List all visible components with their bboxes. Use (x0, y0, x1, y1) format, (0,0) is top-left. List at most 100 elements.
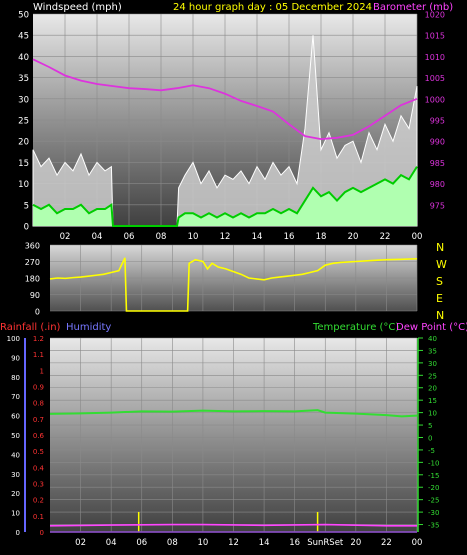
humidity-y-tick-label: 100 (7, 335, 20, 343)
rain-y-tick-label: 0.5 (33, 448, 44, 456)
temp-x-tick-label: 14 (259, 538, 270, 548)
wind-y-tick-label: 25 (18, 117, 29, 127)
temp-x-tick-label: SunRSet (307, 538, 344, 548)
wind-x-tick-label: 10 (188, 232, 199, 242)
temp-x-tick-label: 00 (412, 538, 423, 548)
compass-w: W (436, 258, 447, 271)
wind-y-tick-label: 15 (18, 159, 29, 169)
wind-y-tick-label: 10 (18, 180, 29, 190)
humidity-y-tick-label: 10 (11, 510, 20, 518)
temperature-y-tick-label: -20 (428, 484, 439, 492)
temp-x-tick-label: 06 (136, 538, 147, 548)
temp-x-tick-label: 02 (75, 538, 86, 548)
dewpoint-title: Dew Point (°C) (396, 322, 467, 333)
wind-x-tick-label: 20 (348, 232, 359, 242)
temperature-y-tick-label: -5 (428, 447, 435, 455)
barometer-y-tick-label: 1015 (425, 32, 445, 41)
barometer-y-tick-label: 1005 (425, 74, 445, 83)
temperature-y-tick-label: -15 (428, 472, 439, 480)
rain-y-tick-label: 0.8 (33, 400, 44, 408)
barometer-y-tick-label: 990 (430, 138, 445, 147)
barometer-y-tick-label: 975 (430, 201, 445, 210)
humidity-y-tick-label: 40 (11, 451, 20, 459)
wind-x-tick-label: 02 (60, 232, 71, 242)
wind-x-tick-label: 08 (156, 232, 167, 242)
rainfall-title: Rainfall (.in) (0, 322, 61, 333)
wind-y-tick-label: 40 (18, 53, 29, 63)
barometer-y-tick-label: 995 (430, 117, 445, 126)
barometer-y-tick-label: 1000 (425, 95, 445, 104)
barometer-y-tick-label: 985 (430, 159, 445, 168)
wind-y-tick-label: 50 (18, 11, 29, 21)
rain-y-tick-label: 0.6 (33, 432, 45, 440)
rain-y-tick-label: 1 (40, 367, 44, 375)
temperature-title: Temperature (°C) (312, 322, 399, 333)
humidity-y-tick-label: 60 (11, 413, 20, 421)
barometer-y-tick-label: 980 (430, 180, 445, 189)
wind-y-tick-label: 45 (18, 32, 29, 42)
direction-y-tick-label: 270 (25, 258, 40, 267)
humidity-y-tick-label: 30 (11, 471, 20, 479)
rain-y-tick-label: 1.2 (33, 335, 44, 343)
weather-graph: Windspeed (mph) 24 hour graph day : 05 D… (0, 2, 467, 548)
rain-y-tick-label: 0.7 (33, 416, 44, 424)
temp-x-tick-label: 08 (167, 538, 178, 548)
compass-n-top: N (436, 241, 444, 254)
humidity-y-tick-label: 80 (11, 374, 20, 382)
temperature-y-tick-label: 10 (428, 410, 437, 418)
wind-y-tick-label: 20 (18, 138, 29, 148)
wind-y-tick-label: 35 (18, 74, 29, 84)
direction-y-tick-label: 180 (25, 275, 40, 284)
temperature-y-tick-label: -30 (428, 509, 439, 517)
humidity-y-tick-label: 0 (16, 529, 20, 537)
direction-y-tick-label: 90 (30, 291, 40, 300)
rain-y-tick-label: 0.1 (33, 513, 44, 521)
humidity-y-tick-label: 90 (11, 354, 20, 362)
temperature-y-tick-label: 20 (428, 385, 437, 393)
wind-y-tick-label: 0 (24, 223, 29, 233)
wind-x-tick-label: 06 (124, 232, 135, 242)
humidity-title: Humidity (66, 322, 111, 333)
direction-y-tick-label: 360 (25, 242, 40, 251)
temperature-y-tick-label: 25 (428, 372, 437, 380)
wind-x-tick-label: 04 (92, 232, 103, 242)
temp-x-tick-label: 16 (289, 538, 300, 548)
rain-y-tick-label: 1.1 (33, 351, 44, 359)
temperature-y-tick-label: -10 (428, 459, 439, 467)
barometer-y-tick-label: 1010 (425, 53, 445, 62)
temp-x-tick-label: 04 (106, 538, 117, 548)
temperature-y-tick-label: 30 (428, 360, 437, 368)
humidity-y-tick-label: 20 (11, 490, 20, 498)
temp-x-tick-label: 22 (381, 538, 392, 548)
temperature-y-tick-label: -35 (428, 522, 439, 530)
wind-x-tick-label: 18 (316, 232, 327, 242)
wind-x-tick-label: 14 (252, 232, 263, 242)
wind-x-tick-label: 12 (220, 232, 231, 242)
rain-y-tick-label: 0.3 (33, 481, 44, 489)
temp-x-tick-label: 12 (228, 538, 239, 548)
wind-x-tick-label: 16 (284, 232, 295, 242)
temperature-y-tick-label: -25 (428, 497, 439, 505)
temperature-y-tick-label: 5 (428, 422, 432, 430)
wind-y-tick-label: 5 (24, 201, 29, 211)
wind-x-tick-label: 00 (412, 232, 423, 242)
rain-y-tick-label: 0.2 (33, 497, 44, 505)
barometer-y-tick-label: 1020 (425, 11, 445, 20)
compass-labels: N W S E N (436, 241, 447, 322)
temp-x-tick-label: 20 (350, 538, 361, 548)
rain-y-tick-label: 0 (40, 529, 44, 537)
direction-y-tick-label: 0 (35, 308, 40, 317)
wind-y-tick-label: 30 (18, 95, 29, 105)
dewpoint-series-line (49, 523, 417, 527)
compass-s: S (436, 275, 443, 288)
temperature-y-tick-label: 15 (428, 397, 437, 405)
temp-x-tick-label: 10 (198, 538, 209, 548)
compass-n-bottom: N (436, 309, 444, 322)
rain-y-tick-label: 0.9 (33, 384, 44, 392)
compass-e: E (436, 292, 443, 305)
wind-x-tick-label: 22 (380, 232, 391, 242)
humidity-y-tick-label: 50 (11, 432, 20, 440)
humidity-y-tick-label: 70 (11, 393, 20, 401)
temperature-y-tick-label: 35 (428, 347, 437, 355)
chart-date-title: 24 hour graph day : 05 December 2024 (173, 2, 372, 13)
